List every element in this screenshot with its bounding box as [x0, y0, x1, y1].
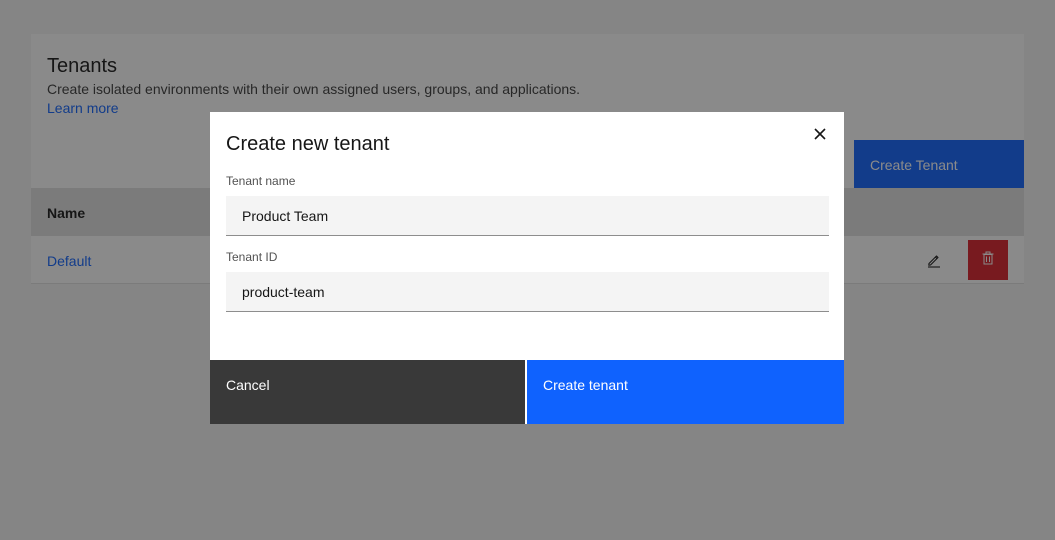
create-tenant-submit-button[interactable]: Create tenant [527, 360, 844, 424]
modal-footer: Cancel Create tenant [210, 360, 844, 424]
tenant-id-label: Tenant ID [226, 250, 278, 264]
tenant-id-input[interactable] [226, 272, 829, 312]
modal-close-button[interactable] [804, 120, 836, 152]
cancel-button[interactable]: Cancel [210, 360, 526, 424]
close-icon [813, 127, 827, 146]
modal-title: Create new tenant [226, 133, 390, 155]
create-tenant-modal: Create new tenant Tenant name Tenant ID … [210, 112, 844, 424]
tenant-name-label: Tenant name [226, 174, 296, 188]
tenant-name-input[interactable] [226, 196, 829, 236]
